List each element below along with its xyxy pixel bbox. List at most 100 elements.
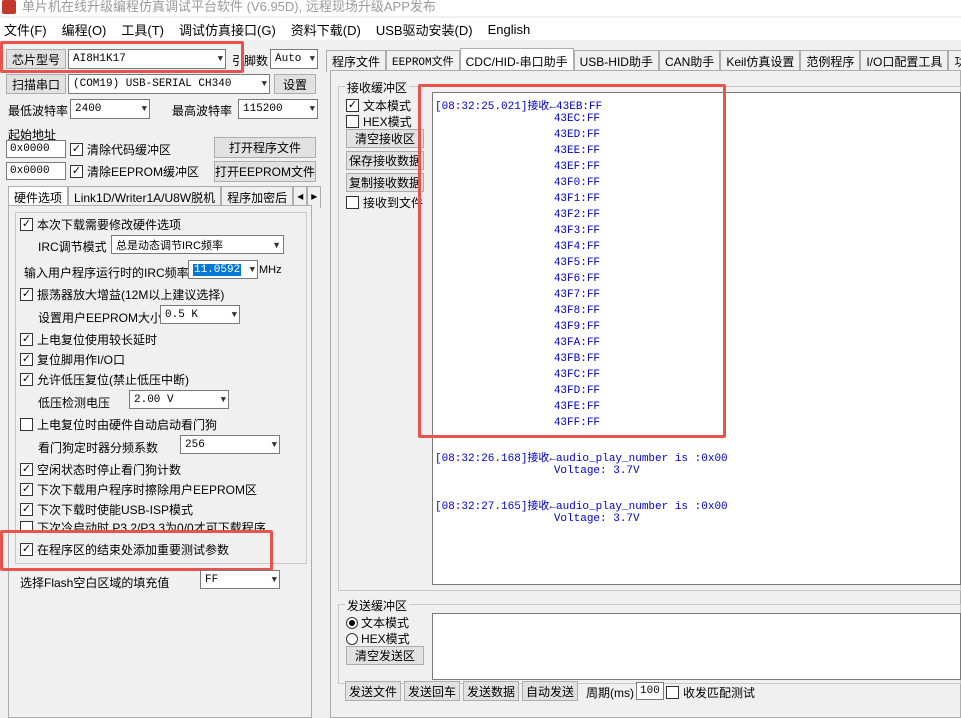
tx-clear-button[interactable]: 清空发送区: [346, 646, 424, 665]
chevron-down-icon: ▼: [272, 239, 281, 250]
rx-line: 43FE:FF: [435, 401, 601, 413]
rx-line: 43F5:FF: [435, 257, 601, 269]
chip-type-select[interactable]: AI8H1K17 ▼: [68, 49, 226, 69]
max-baud-value: 115200: [243, 103, 283, 115]
send-data-button[interactable]: 发送数据: [463, 681, 519, 701]
irc-mode-select[interactable]: 总是动态调节IRC频率 ▼: [111, 235, 284, 254]
checkbox-check-icon: ✓: [20, 333, 33, 346]
checkbox-check-icon: ✓: [20, 288, 33, 301]
tab-serial-assistant[interactable]: CDC/HID-串口助手: [459, 48, 574, 72]
tx-text-mode-label: 文本模式: [361, 616, 410, 630]
wdt-div-value: 256: [185, 438, 205, 451]
lv-reset-checkbox[interactable]: ✓ 允许低压复位(禁止低压中断): [20, 371, 189, 388]
chevron-down-icon: ▼: [141, 104, 147, 114]
rx-line: 43EE:FF: [435, 145, 601, 157]
long-delay-checkbox[interactable]: ✓ 上电复位使用较长延时: [20, 331, 157, 348]
menu-download[interactable]: 资料下载(D): [291, 20, 361, 39]
idle-wdt-checkbox[interactable]: ✓ 空闲状态时停止看门狗计数: [20, 461, 181, 478]
rx-line: 43F2:FF: [435, 209, 601, 221]
max-baud-label: 最高波特率: [172, 104, 233, 118]
open-program-file-button[interactable]: 打开程序文件: [214, 137, 316, 158]
clear-eeprom-label: 清除EEPROM缓冲区: [87, 165, 200, 179]
usb-isp-label: 下次下载时使能USB-ISP模式: [37, 503, 194, 517]
tab-eeprom-file[interactable]: EEPROM文件: [386, 50, 460, 72]
osc-gain-label: 振荡器放大增益(12M以上建议选择): [37, 288, 225, 302]
send-enter-button[interactable]: 发送回车: [404, 681, 460, 701]
menu-program[interactable]: 编程(O): [62, 20, 107, 39]
tab-io-config[interactable]: I/O口配置工具: [860, 50, 949, 72]
tab-usb-hid[interactable]: USB-HID助手: [573, 50, 659, 72]
tx-buffer-input[interactable]: [432, 613, 961, 680]
rx-save-button[interactable]: 保存接收数据: [346, 151, 424, 170]
osc-gain-checkbox[interactable]: ✓ 振荡器放大增益(12M以上建议选择): [20, 286, 224, 303]
checkbox-check-icon: ✓: [20, 543, 33, 556]
rx-text-mode-checkbox[interactable]: ✓ 文本模式: [346, 97, 411, 114]
chip-type-button[interactable]: 芯片型号: [6, 49, 66, 69]
code-start-addr-input[interactable]: 0x0000: [6, 140, 66, 158]
eeprom-size-select[interactable]: 0.5 K ▼: [160, 305, 240, 324]
rx-hex-mode-checkbox[interactable]: HEX模式: [346, 113, 412, 130]
min-baud-value: 2400: [75, 103, 102, 115]
fill-value-select[interactable]: FF ▼: [200, 570, 280, 589]
reset-io-label: 复位脚用作I/O口: [37, 353, 126, 367]
irc-unit: MHz: [259, 264, 282, 276]
tab-keil-settings[interactable]: Keil仿真设置: [720, 50, 801, 72]
cold-start-checkbox[interactable]: 下次冷启动时 P3.2/P3.3为0/0才可下载程序: [20, 521, 266, 533]
chip-type-value: AI8H1K17: [73, 53, 126, 65]
tx-hex-mode-radio[interactable]: HEX模式: [346, 630, 410, 647]
open-eeprom-file-button[interactable]: 打开EEPROM文件: [214, 161, 316, 182]
match-test-checkbox[interactable]: 收发匹配测试: [666, 684, 755, 701]
eeprom-start-addr-input[interactable]: 0x0000: [6, 162, 66, 180]
rx-line: 43F7:FF: [435, 289, 601, 301]
add-test-params-checkbox[interactable]: ✓ 在程序区的结束处添加重要测试参数: [20, 541, 229, 558]
scan-port-button[interactable]: 扫描串口: [6, 74, 66, 94]
menu-english[interactable]: English: [488, 22, 531, 37]
port-settings-button[interactable]: 设置: [274, 74, 316, 94]
clear-code-checkbox[interactable]: ✓ 清除代码缓冲区: [70, 141, 171, 158]
rx-line: 43F8:FF: [435, 305, 601, 317]
min-baud-select[interactable]: 2400 ▼: [70, 99, 150, 119]
period-input[interactable]: 100: [636, 682, 664, 700]
rx-to-file-checkbox[interactable]: 接收到文件: [346, 194, 423, 211]
send-file-button[interactable]: 发送文件: [345, 681, 401, 701]
tab-more[interactable]: 功能: [948, 50, 961, 72]
checkbox-check-icon: ✓: [20, 218, 33, 231]
modify-hw-checkbox[interactable]: ✓ 本次下载需要修改硬件选项: [20, 216, 181, 233]
tab-can[interactable]: CAN助手: [658, 50, 721, 72]
port-select[interactable]: (COM19) USB-SERIAL CH340 ▼: [68, 74, 270, 94]
rx-line: 43ED:FF: [435, 129, 601, 141]
chevron-down-icon: ▼: [271, 574, 277, 585]
max-baud-select[interactable]: 115200 ▼: [238, 99, 318, 119]
checkbox-check-icon: ✓: [20, 463, 33, 476]
min-baud-label: 最低波特率: [8, 104, 69, 118]
menu-usb-driver[interactable]: USB驱动安装(D): [376, 20, 473, 39]
tx-text-mode-radio[interactable]: 文本模式: [346, 614, 409, 631]
clear-eeprom-checkbox[interactable]: ✓ 清除EEPROM缓冲区: [70, 163, 199, 180]
menu-debug[interactable]: 调试仿真接口(G): [179, 20, 276, 39]
rx-copy-button[interactable]: 复制接收数据: [346, 173, 424, 192]
rx-clear-button[interactable]: 清空接收区: [346, 129, 424, 148]
menu-bar: 文件(F) 编程(O) 工具(T) 调试仿真接口(G) 资料下载(D) USB驱…: [0, 18, 961, 40]
menu-tools[interactable]: 工具(T): [121, 20, 164, 39]
reset-io-checkbox[interactable]: ✓ 复位脚用作I/O口: [20, 351, 125, 368]
rx-line: Voltage: 3.7V: [435, 465, 640, 477]
checkbox-check-icon: ✓: [20, 503, 33, 516]
checkbox-check-icon: ✓: [20, 353, 33, 366]
menu-file[interactable]: 文件(F): [4, 20, 47, 39]
tab-program-file[interactable]: 程序文件: [326, 50, 387, 72]
checkbox-empty-icon: [346, 196, 359, 209]
pins-select[interactable]: Auto ▼: [270, 49, 318, 69]
irc-freq-select[interactable]: 11.0592 ▼: [188, 260, 258, 279]
chevron-down-icon: ▼: [220, 394, 226, 405]
wdt-div-select[interactable]: 256 ▼: [180, 435, 280, 454]
wdt-auto-checkbox[interactable]: 上电复位时由硬件自动启动看门狗: [20, 416, 217, 433]
rx-buffer[interactable]: [08:32:25.021]接收←43EB:FF 43EC:FF 43ED:FF…: [432, 92, 961, 585]
usb-isp-checkbox[interactable]: ✓ 下次下载时使能USB-ISP模式: [20, 501, 193, 518]
lv-voltage-select[interactable]: 2.00 V ▼: [129, 390, 229, 409]
chevron-down-icon: ▼: [309, 54, 315, 64]
erase-eeprom-checkbox[interactable]: ✓ 下次下载用户程序时擦除用户EEPROM区: [20, 481, 257, 498]
auto-send-button[interactable]: 自动发送: [522, 681, 578, 701]
tab-examples[interactable]: 范例程序: [800, 50, 861, 72]
rx-line: 43F6:FF: [435, 273, 601, 285]
irc-mode-value: 总是动态调节IRC频率: [116, 239, 223, 252]
